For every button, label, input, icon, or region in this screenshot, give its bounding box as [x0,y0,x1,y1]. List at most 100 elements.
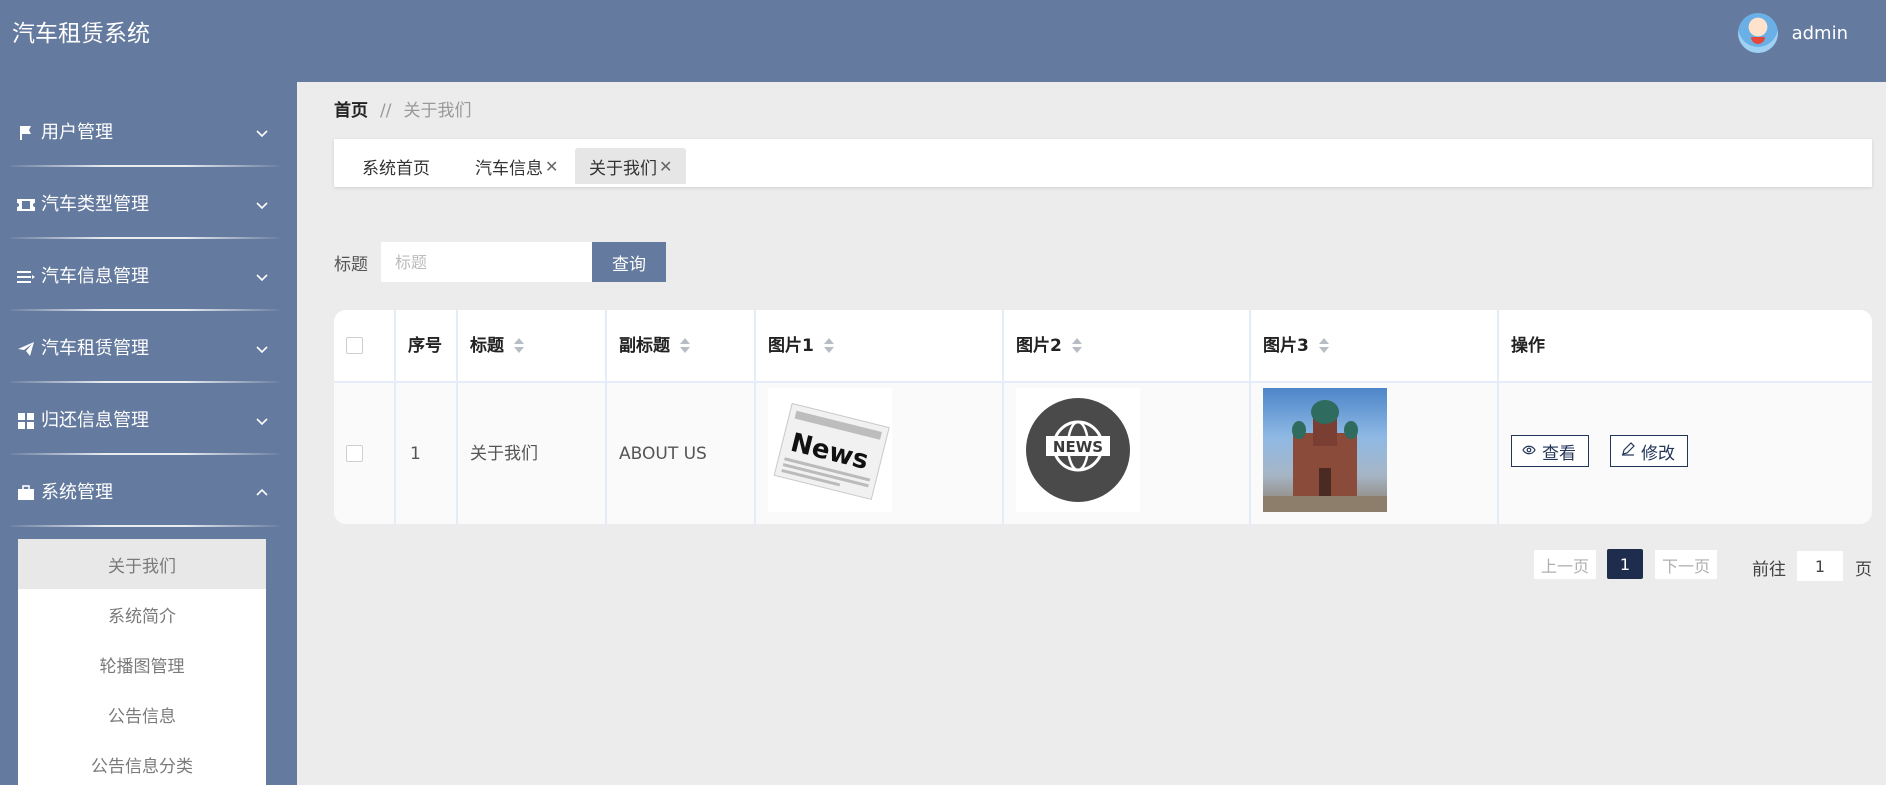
sidebar-item-label: 汽车信息管理 [41,266,149,287]
header-subtitle[interactable]: 副标题 [619,334,690,358]
edit-button[interactable]: 修改 [1610,435,1688,467]
system-management-submenu: 关于我们 系统简介 轮播图管理 公告信息 公告信息分类 [18,539,266,785]
header-label: 图片3 [1263,336,1309,356]
chevron-down-icon [256,130,268,138]
column-divider [1249,310,1251,524]
church-image[interactable] [1263,388,1387,512]
column-divider [754,310,756,524]
globe-text: NEWS [1053,438,1103,456]
data-table: 序号 标题 副标题 图片1 图片2 图片3 操作 1 关于我们 ABOUT US… [334,310,1872,524]
next-page-button[interactable]: 下一页 [1655,550,1717,579]
chevron-down-icon [256,274,268,282]
sort-icon[interactable] [514,338,524,354]
breadcrumb-current: 关于我们 [403,101,472,121]
header-actions: 操作 [1511,334,1545,358]
current-page[interactable]: 1 [1607,549,1643,579]
header-image2[interactable]: 图片2 [1016,334,1082,358]
goto-label: 前往 [1752,560,1786,580]
avatar[interactable] [1737,13,1778,53]
cell-title: 关于我们 [470,444,538,464]
header-label: 副标题 [619,336,670,356]
sort-icon[interactable] [680,338,690,354]
header-index: 序号 [408,334,442,358]
view-button[interactable]: 查看 [1511,435,1589,467]
sidebar-item-car-type-management[interactable]: 汽车类型管理 [0,167,297,239]
column-divider [456,310,458,524]
sidebar-item-label: 用户管理 [41,122,113,143]
flag-icon [16,125,36,141]
sidebar-item-car-rental-management[interactable]: 汽车租赁管理 [0,311,297,383]
sort-icon[interactable] [823,338,834,354]
eye-icon [1522,444,1536,459]
close-icon[interactable]: ✕ [545,157,558,176]
sort-icon[interactable] [1318,338,1329,354]
paper-plane-icon [16,341,36,357]
list-icon [16,269,36,285]
header-title[interactable]: 标题 [470,334,524,358]
ticket-icon [16,197,36,213]
chevron-down-icon [256,346,268,354]
column-divider [394,310,396,524]
column-divider [1497,310,1499,524]
page-unit-label: 页 [1855,560,1872,580]
breadcrumb: 首页 // 关于我们 [334,100,471,122]
newspaper-image[interactable]: News [768,388,892,512]
submenu-item-carousel[interactable]: 轮播图管理 [18,639,266,689]
divider [10,525,279,527]
view-button-label: 查看 [1542,443,1576,464]
username[interactable]: admin [1792,23,1848,44]
tab-system-home[interactable]: 系统首页 [348,148,444,184]
breadcrumb-home[interactable]: 首页 [334,100,368,122]
table-header [334,310,1872,383]
search-button[interactable]: 查询 [592,242,666,282]
edit-pen-icon [1621,442,1635,460]
header-image3[interactable]: 图片3 [1263,334,1329,358]
header-label: 序号 [408,336,442,356]
news-globe-image[interactable]: NEWS [1016,388,1140,512]
header-image1[interactable]: 图片1 [768,334,834,358]
sidebar-item-label: 汽车类型管理 [41,194,149,215]
tab-about-us[interactable]: 关于我们 ✕ [575,148,687,184]
sidebar-item-system-management[interactable]: 系统管理 [0,455,297,527]
header-label: 图片2 [1016,336,1062,356]
tab-label: 关于我们 [589,158,657,179]
breadcrumb-separator: // [380,101,392,121]
cell-index: 1 [410,444,421,464]
tab-bar: 系统首页 汽车信息 ✕ 关于我们 ✕ [334,139,1872,187]
prev-page-button[interactable]: 上一页 [1534,550,1596,579]
goto-page-input[interactable] [1797,551,1843,581]
sidebar-item-return-management[interactable]: 归还信息管理 [0,383,297,455]
tab-car-info[interactable]: 汽车信息 ✕ [461,148,572,184]
select-all-checkbox[interactable] [346,337,363,354]
sort-icon[interactable] [1071,338,1082,354]
header-label: 图片1 [768,336,814,356]
briefcase-icon [16,485,36,501]
top-header: 汽车租赁系统 admin [0,0,1886,82]
chevron-down-icon [256,202,268,210]
sidebar-item-label: 系统管理 [41,482,113,503]
user-menu[interactable]: admin [1737,13,1848,53]
tab-label: 汽车信息 [475,158,543,179]
row-checkbox[interactable] [346,445,363,462]
grid-icon [16,413,36,429]
header-label: 标题 [470,336,504,356]
close-icon[interactable]: ✕ [659,157,672,176]
sidebar-item-label: 汽车租赁管理 [41,338,149,359]
header-label: 操作 [1511,336,1545,356]
search-input[interactable] [381,242,593,282]
chevron-up-icon [256,488,268,496]
column-divider [1002,310,1004,524]
chevron-down-icon [256,418,268,426]
tab-label: 系统首页 [362,158,430,179]
submenu-item-about-us[interactable]: 关于我们 [18,539,266,589]
submenu-item-announcement-category[interactable]: 公告信息分类 [18,739,266,785]
sidebar: 用户管理 汽车类型管理 汽车信息管理 汽车租赁管理 归还信息管理 系统管理 关于… [0,82,297,785]
cell-subtitle: ABOUT US [619,444,707,464]
sidebar-item-label: 归还信息管理 [41,410,149,431]
search-label: 标题 [334,255,368,275]
submenu-item-system-intro[interactable]: 系统简介 [18,589,266,639]
sidebar-item-user-management[interactable]: 用户管理 [0,95,297,167]
submenu-item-announcements[interactable]: 公告信息 [18,689,266,739]
sidebar-item-car-info-management[interactable]: 汽车信息管理 [0,239,297,311]
edit-button-label: 修改 [1641,443,1675,464]
